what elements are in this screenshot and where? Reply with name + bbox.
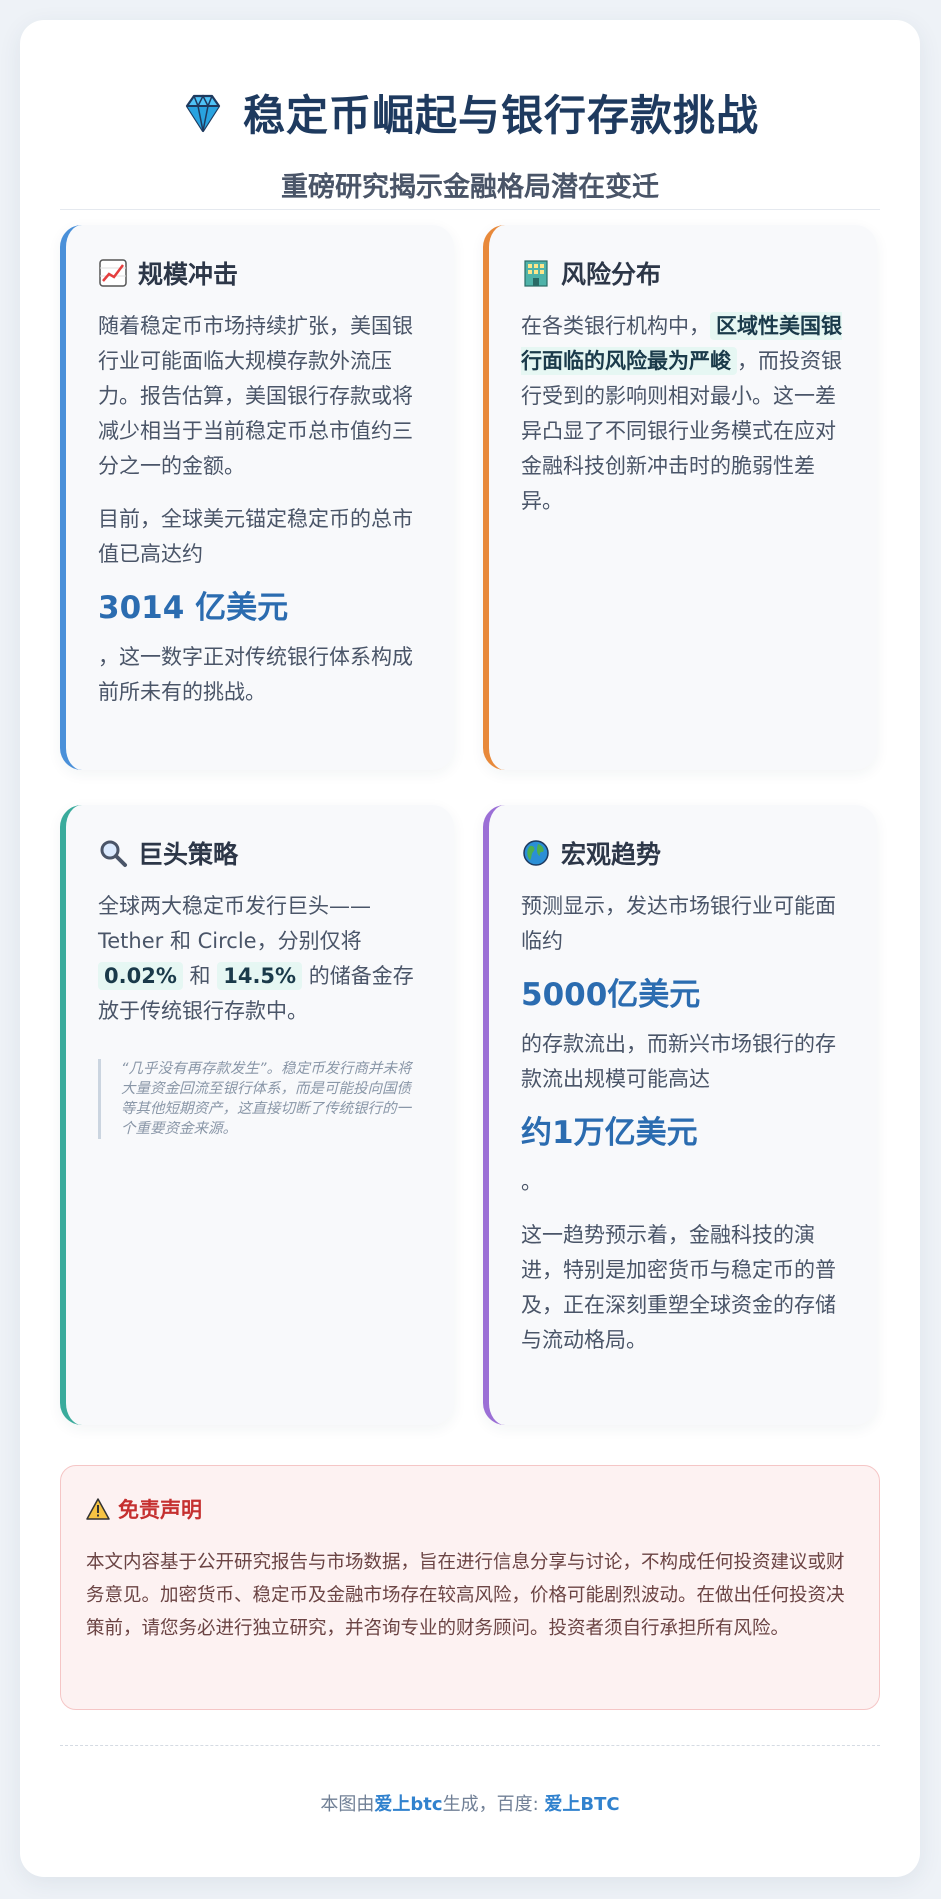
emerging-outflow-figure: 约1万亿美元 [521,1115,698,1151]
panel-paragraph: 随着稳定币市场持续扩张，美国银行业可能面临大规模存款外流压力。报告估算，美国银行… [98,314,413,478]
panel-title-row: 巨头策略 [98,835,424,871]
developed-outflow-figure: 5000亿美元 [521,977,701,1013]
disclaimer-box: 免责声明 本文内容基于公开研究报告与市场数据，旨在进行信息分享与讨论，不构成任何… [60,1465,880,1710]
panel-paragraph: 的存款流出，而新兴市场银行的存款流出规模可能高达 [521,1032,836,1091]
panel-title-row: 风险分布 [521,255,847,291]
footer-divider [60,1745,880,1746]
panel-macro-trend: 宏观趋势 预测显示，发达市场银行业可能面临约 5000亿美元 的存款流出，而新兴… [483,805,877,1425]
page-subtitle: 重磅研究揭示金融格局潜在变迁 [281,172,659,203]
tether-percentage: 0.02% [98,962,183,990]
chart-up-icon [99,259,127,287]
magnifier-icon [100,840,127,867]
panel-title: 宏观趋势 [561,840,662,869]
infographic-card: 稳定币崛起与银行存款挑战 重磅研究揭示金融格局潜在变迁 规模冲击 随着稳定币市场… [20,20,920,1877]
panel-title-row: 规模冲击 [98,255,424,291]
footer-baidu-link[interactable]: 爱上BTC [544,1794,619,1815]
footer-brand-link[interactable]: 爱上btc [374,1794,442,1815]
text: 全球两大稳定币发行巨头——Tether 和 Circle，分别仅将 [98,894,371,953]
warning-icon [86,1498,110,1520]
text: 和 [189,964,211,988]
header: 稳定币崛起与银行存款挑战 重磅研究揭示金融格局潜在变迁 [60,60,880,210]
panel-giants-strategy: 巨头策略 全球两大稳定币发行巨头——Tether 和 Circle，分别仅将 0… [60,805,454,1425]
gem-icon [185,93,221,132]
panel-title: 风险分布 [561,260,662,289]
panel-paragraph: 全球两大稳定币发行巨头——Tether 和 Circle，分别仅将 0.02% … [98,889,424,1029]
panel-paragraph: 这一趋势预示着，金融科技的演进，特别是加密货币与稳定币的普及，正在深刻重塑全球资… [521,1223,836,1352]
panel-paragraph: 。 [521,1170,542,1194]
panel-scale-impact: 规模冲击 随着稳定币市场持续扩张，美国银行业可能面临大规模存款外流压力。报告估算… [60,225,454,770]
panel-title: 规模冲击 [138,260,239,289]
panel-title-row: 宏观趋势 [521,835,847,871]
globe-icon [523,840,549,866]
panel-title: 巨头策略 [138,840,239,869]
quote-block: “几乎没有再存款发生”。稳定币发行商并未将大量资金回流至银行体系，而是可能投向国… [98,1059,424,1139]
footer: 本图由爱上btc生成，百度: 爱上BTC [60,1790,880,1816]
panel-paragraph: ，这一数字正对传统银行体系构成前所未有的挑战。 [98,645,413,704]
page-title: 稳定币崛起与银行存款挑战 [242,91,759,140]
panel-risk-distribution: 风险分布 在各类银行机构中， 区域性美国银行面临的风险最为严峻 ，而投资银行受到的影… [483,225,877,770]
disclaimer-text: 本文内容基于公开研究报告与市场数据，旨在进行信息分享与讨论，不构成任何投资建议或… [86,1552,845,1639]
footer-prefix: 本图由 [320,1794,375,1815]
building-icon [524,260,548,287]
circle-percentage: 14.5% [217,962,303,990]
disclaimer-title-row: 免责声明 [86,1494,854,1524]
market-cap-figure: 3014 亿美元 [98,590,289,626]
title-row: 稳定币崛起与银行存款挑战 [60,82,880,143]
footer-middle: 生成，百度: [442,1794,545,1815]
panel-paragraph: 目前，全球美元锚定稳定币的总市值已高达约 [98,507,413,566]
text: 在各类银行机构中， [521,314,710,338]
panel-paragraph: 预测显示，发达市场银行业可能面临约 [521,894,836,953]
panel-paragraph: 在各类银行机构中， 区域性美国银行面临的风险最为严峻 ，而投资银行受到的影响则相对最… [521,309,847,519]
disclaimer-title: 免责声明 [118,1498,202,1522]
